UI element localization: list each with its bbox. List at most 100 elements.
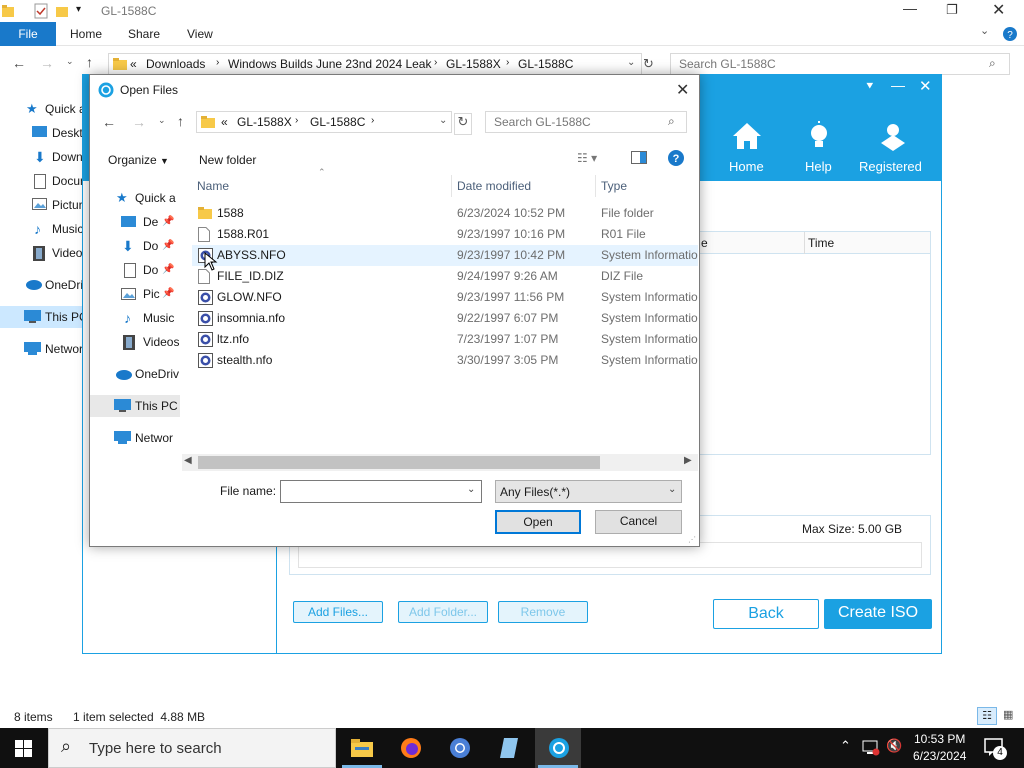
nav-item-downloads[interactable]: ⬇Downloads [0,146,84,168]
new-folder-icon[interactable] [56,4,68,18]
back-button[interactable]: Back [713,599,819,629]
nav-item-videos[interactable]: Videos [0,242,84,264]
app-close-icon[interactable]: ✕ [919,77,932,95]
nav-item-network[interactable]: Network [0,338,84,360]
resize-grip-icon[interactable]: ⋰ [688,535,696,544]
add-files-button[interactable]: Add Files... [293,601,383,623]
ribbon-tab-share[interactable]: Share [128,22,160,46]
file-name: FILE_ID.DIZ [217,269,284,283]
show-hidden-icons-icon[interactable]: ⌃ [840,738,851,754]
explorer-nav-pane: ★Quick access Desktop ⬇Downloads Documen… [0,96,84,376]
iso-app-taskbar-icon [548,737,570,759]
filename-label: File name: [220,484,277,498]
notepad-taskbar-icon[interactable] [499,737,519,759]
breadcrumb-sep-icon: › [506,57,510,68]
file-row[interactable]: 1588.R01 9/23/1997 10:16 PM R01 File [192,224,698,245]
nav-item-music[interactable]: ♪ Music [0,218,84,240]
filename-input[interactable]: ⌄ [280,480,482,503]
help-icon[interactable]: ? [1002,26,1018,42]
scroll-left-icon[interactable]: ◀ [184,455,192,466]
breadcrumb-gl1588c[interactable]: GL-1588C [518,57,573,71]
file-row[interactable]: 1588 6/23/2024 10:52 PM File folder [192,203,698,224]
breadcrumb-gl1588x[interactable]: GL-1588X [446,57,501,71]
refresh-icon[interactable]: ↻ [643,56,654,72]
file-explorer-taskbar-icon[interactable] [351,738,373,758]
app-minimize-icon[interactable]: — [891,77,905,93]
nav-item-documents[interactable]: Documents [0,170,84,192]
large-icons-view-icon[interactable]: ▦ [1003,708,1013,721]
file-date: 9/24/1997 9:26 AM [457,269,558,283]
minimize-icon[interactable]: — [903,0,917,16]
create-iso-button[interactable]: Create ISO [824,599,932,629]
col-divider [804,232,805,254]
file-type: R01 File [601,227,646,241]
window-title: GL-1588C [101,4,157,18]
nav-item-quick-access[interactable]: ★Quick access [0,98,84,120]
explorer-search-input[interactable]: Search GL-1588C ⌕ [670,53,1010,75]
file-type-select[interactable]: Any Files(*.*) ⌄ [495,480,682,503]
file-row[interactable]: FILE_ID.DIZ 9/24/1997 9:26 AM DIZ File [192,266,698,287]
quick-access-dropdown-icon[interactable]: ▾ [76,4,81,15]
add-folder-button[interactable]: Add Folder... [398,601,488,623]
file-type: System Informatio [601,290,698,304]
open-button[interactable]: Open [495,510,581,534]
file-row[interactable]: insomnia.nfo 9/22/1997 6:07 PM System Info… [192,308,698,329]
nav-help-button[interactable]: Help [795,121,843,174]
nav-item-onedrive[interactable]: OneDrive [0,274,84,296]
ribbon-tab-home[interactable]: Home [70,22,102,46]
chrome-taskbar-icon[interactable] [449,737,471,759]
file-row[interactable]: ABYSS.NFO 9/23/1997 10:42 PM System Inform… [192,245,698,266]
scroll-right-icon[interactable]: ▶ [684,455,692,466]
breadcrumb-downloads[interactable]: Downloads [146,57,205,71]
taskbar-search-placeholder: Type here to search [89,740,222,757]
horizontal-scrollbar[interactable]: ◀ ▶ [182,454,698,471]
file-name: insomnia.nfo [217,311,286,325]
taskbar-date[interactable]: 6/23/2024 [913,749,966,763]
desktop-icon [32,126,47,138]
address-box[interactable]: « Downloads › Windows Builds June 23nd 2… [108,53,642,75]
nav-home-button[interactable]: Home [719,121,775,174]
maximize-icon[interactable]: ❐ [946,2,958,18]
nav-item-desktop[interactable]: Desktop [0,122,84,144]
up-arrow-icon[interactable]: ↑ [86,54,93,70]
expand-ribbon-icon[interactable]: ⌄ [980,24,989,37]
breadcrumb-leak-folder[interactable]: Windows Builds June 23nd 2024 Leak [228,57,431,71]
taskbar-search-box[interactable]: ⌕ Type here to search [48,728,336,768]
explorer-status-bar: 8 items 1 item selected 4.88 MB ☷ ▦ [0,706,1024,728]
menu-dropdown-icon[interactable]: ⯆ [865,79,875,94]
address-dropdown-icon[interactable]: ⌄ [627,57,635,68]
chevron-down-icon[interactable]: ⌄ [467,484,475,495]
cancel-button[interactable]: Cancel [595,510,682,534]
remove-button[interactable]: Remove [498,601,588,623]
file-name: GLOW.NFO [217,290,282,304]
computer-icon [24,310,41,323]
forward-arrow-icon[interactable]: → [40,55,54,71]
nav-item-this-pc[interactable]: This PC [0,306,84,328]
recent-locations-icon[interactable]: ⌄ [66,56,74,67]
start-windows-icon[interactable] [15,740,32,757]
video-icon [33,246,45,261]
file-type: DIZ File [601,269,643,283]
file-row[interactable]: ltz.nfo 7/23/1997 1:07 PM System Informati… [192,329,698,350]
volume-muted-icon[interactable]: 🔇 [886,738,902,754]
nav-registered-button[interactable]: Registered [855,121,931,174]
nav-item-pictures[interactable]: Pictures [0,194,84,216]
ribbon-tab-file[interactable]: File [0,22,56,46]
ribbon-tab-view[interactable]: View [187,22,213,46]
scrollbar-thumb[interactable] [198,456,600,469]
folder-icon [113,57,127,71]
firefox-taskbar-icon[interactable] [400,737,422,759]
file-row[interactable]: stealth.nfo 3/30/1997 3:05 PM System Infor… [192,350,698,371]
properties-icon[interactable] [34,3,48,19]
file-row[interactable]: GLOW.NFO 9/23/1997 11:56 PM System Informa… [192,287,698,308]
home-icon [731,121,763,151]
back-arrow-icon[interactable]: ← [12,55,26,71]
breadcrumb-overflow[interactable]: « [130,57,137,71]
taskbar-time[interactable]: 10:53 PM [914,732,965,746]
network-status-icon[interactable] [862,740,880,756]
details-view-icon[interactable]: ☷ [977,707,997,725]
file-date: 9/23/1997 10:42 PM [457,248,566,262]
close-icon[interactable]: ✕ [992,0,1005,20]
download-icon: ⬇ [34,149,46,165]
search-icon[interactable]: ⌕ [989,56,996,71]
